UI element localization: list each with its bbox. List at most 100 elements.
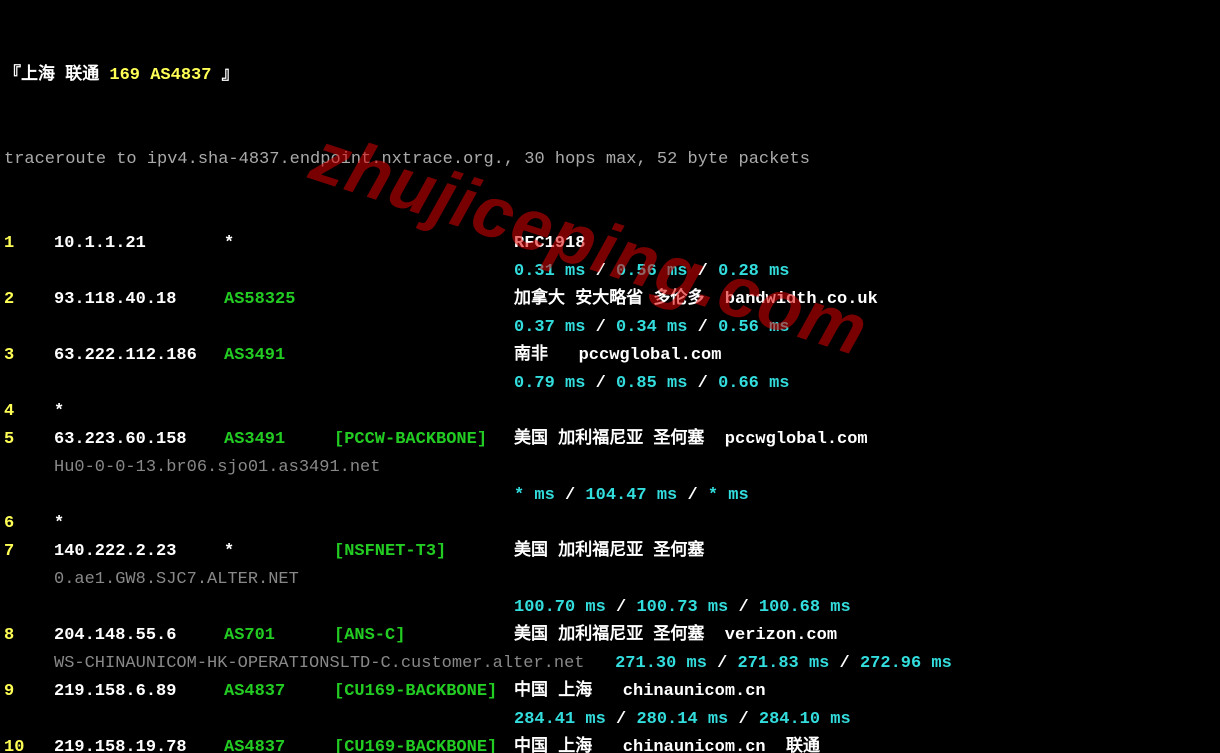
latency-value: 100.70 ms xyxy=(514,598,606,617)
latency-separator: / xyxy=(606,710,637,729)
hop-row: 4* xyxy=(4,398,1216,426)
hop-ptr: WS-CHINAUNICOM-HK-OPERATIONSLTD-C.custom… xyxy=(4,654,615,673)
latency-value: * ms xyxy=(514,486,555,505)
hop-backbone: [CU169-BACKBONE] xyxy=(334,678,514,706)
hop-ip: * xyxy=(54,398,224,426)
latency-value: 0.37 ms xyxy=(514,318,585,337)
latency-separator: / xyxy=(687,318,718,337)
latency-value: 104.47 ms xyxy=(585,486,677,505)
hop-location: 美国 加利福尼亚 圣何塞 pccwglobal.com xyxy=(514,426,868,454)
header-asn: 169 AS4837 xyxy=(99,66,221,85)
hop-ip: 219.158.19.78 xyxy=(54,734,224,753)
hop-location: 加拿大 安大略省 多伦多 bandwidth.co.uk xyxy=(514,286,878,314)
hop-asn: AS3491 xyxy=(224,342,334,370)
terminal-output: 『上海 联通 169 AS4837 』 traceroute to ipv4.s… xyxy=(0,0,1220,753)
latency-separator: / xyxy=(728,598,759,617)
hop-location: 美国 加利福尼亚 圣何塞 verizon.com xyxy=(514,622,837,650)
latency-value: * ms xyxy=(708,486,749,505)
latency-separator: / xyxy=(585,374,616,393)
hop-number: 1 xyxy=(4,230,54,258)
latency-value: 272.96 ms xyxy=(860,654,952,673)
hop-row: 9219.158.6.89AS4837[CU169-BACKBONE]中国 上海… xyxy=(4,678,1216,706)
latency-value: 280.14 ms xyxy=(636,710,728,729)
latency-separator: / xyxy=(677,486,708,505)
latency-value: 0.56 ms xyxy=(718,318,789,337)
hop-asn: * xyxy=(224,230,334,258)
hop-backbone: [NSFNET-T3] xyxy=(334,538,514,566)
hop-list: 110.1.1.21*RFC19180.31 ms / 0.56 ms / 0.… xyxy=(4,230,1216,753)
latency-value: 0.28 ms xyxy=(718,262,789,281)
hop-number: 2 xyxy=(4,286,54,314)
latency-separator: / xyxy=(707,654,738,673)
latency-value: 271.30 ms xyxy=(615,654,707,673)
latency-value: 0.79 ms xyxy=(514,374,585,393)
hop-number: 9 xyxy=(4,678,54,706)
latency-separator: / xyxy=(829,654,860,673)
header-line: 『上海 联通 169 AS4837 』 xyxy=(4,62,1216,90)
hop-location: 中国 上海 chinaunicom.cn xyxy=(514,678,766,706)
bracket-open: 『 xyxy=(4,66,21,85)
hop-number: 3 xyxy=(4,342,54,370)
hop-ip: 140.222.2.23 xyxy=(54,538,224,566)
hop-number: 8 xyxy=(4,622,54,650)
hop-latency-line: 284.41 ms / 280.14 ms / 284.10 ms xyxy=(4,706,1216,734)
hop-asn: AS701 xyxy=(224,622,334,650)
latency-value: 284.41 ms xyxy=(514,710,606,729)
bracket-close: 』 xyxy=(222,66,239,85)
latency-value: 0.66 ms xyxy=(718,374,789,393)
latency-value: 100.73 ms xyxy=(636,598,728,617)
hop-ip: 63.222.112.186 xyxy=(54,342,224,370)
hop-asn: AS4837 xyxy=(224,678,334,706)
latency-value: 0.85 ms xyxy=(616,374,687,393)
hop-backbone: [PCCW-BACKBONE] xyxy=(334,426,514,454)
latency-value: 0.34 ms xyxy=(616,318,687,337)
hop-asn: * xyxy=(224,538,334,566)
hop-ptr-line: WS-CHINAUNICOM-HK-OPERATIONSLTD-C.custom… xyxy=(4,650,1216,678)
hop-row: 293.118.40.18AS58325 加拿大 安大略省 多伦多 bandwid… xyxy=(4,286,1216,314)
hop-asn: AS3491 xyxy=(224,426,334,454)
hop-location: 南非 pccwglobal.com xyxy=(514,342,721,370)
hop-ip: 204.148.55.6 xyxy=(54,622,224,650)
hop-ptr: 0.ae1.GW8.SJC7.ALTER.NET xyxy=(4,566,1216,594)
hop-row: 363.222.112.186AS3491 南非 pccwglobal.com xyxy=(4,342,1216,370)
hop-ptr: Hu0-0-0-13.br06.sjo01.as3491.net xyxy=(4,454,1216,482)
hop-number: 10 xyxy=(4,734,54,753)
traceroute-command: traceroute to ipv4.sha-4837.endpoint.nxt… xyxy=(4,146,1216,174)
hop-backbone: [CU169-BACKBONE] xyxy=(334,734,514,753)
hop-ip: * xyxy=(54,510,224,538)
latency-value: 0.56 ms xyxy=(616,262,687,281)
hop-asn: AS4837 xyxy=(224,734,334,753)
hop-location: 美国 加利福尼亚 圣何塞 xyxy=(514,538,704,566)
hop-latency-line: * ms / 104.47 ms / * ms xyxy=(4,482,1216,510)
hop-latency-line: 0.79 ms / 0.85 ms / 0.66 ms xyxy=(4,370,1216,398)
hop-row: 7140.222.2.23*[NSFNET-T3]美国 加利福尼亚 圣何塞 xyxy=(4,538,1216,566)
latency-value: 0.31 ms xyxy=(514,262,585,281)
hop-number: 6 xyxy=(4,510,54,538)
hop-latency-line: 0.37 ms / 0.34 ms / 0.56 ms xyxy=(4,314,1216,342)
hop-row: 8204.148.55.6AS701[ANS-C]美国 加利福尼亚 圣何塞 ve… xyxy=(4,622,1216,650)
latency-separator: / xyxy=(606,598,637,617)
hop-ip: 93.118.40.18 xyxy=(54,286,224,314)
header-place: 上海 xyxy=(21,66,65,85)
hop-latency-line: 0.31 ms / 0.56 ms / 0.28 ms xyxy=(4,258,1216,286)
hop-row: 6* xyxy=(4,510,1216,538)
latency-separator: / xyxy=(585,262,616,281)
hop-location: 中国 上海 chinaunicom.cn 联通 xyxy=(514,734,820,753)
hop-number: 5 xyxy=(4,426,54,454)
latency-separator: / xyxy=(585,318,616,337)
hop-ip: 219.158.6.89 xyxy=(54,678,224,706)
hop-latency-line: 100.70 ms / 100.73 ms / 100.68 ms xyxy=(4,594,1216,622)
latency-separator: / xyxy=(687,374,718,393)
hop-backbone: [ANS-C] xyxy=(334,622,514,650)
latency-separator: / xyxy=(728,710,759,729)
hop-location: RFC1918 xyxy=(514,230,585,258)
hop-number: 7 xyxy=(4,538,54,566)
latency-value: 100.68 ms xyxy=(759,598,851,617)
latency-separator: / xyxy=(555,486,586,505)
latency-separator: / xyxy=(687,262,718,281)
latency-value: 284.10 ms xyxy=(759,710,851,729)
hop-asn: AS58325 xyxy=(224,286,334,314)
latency-value: 271.83 ms xyxy=(738,654,830,673)
hop-ip: 63.223.60.158 xyxy=(54,426,224,454)
hop-row: 10219.158.19.78AS4837[CU169-BACKBONE]中国 … xyxy=(4,734,1216,753)
